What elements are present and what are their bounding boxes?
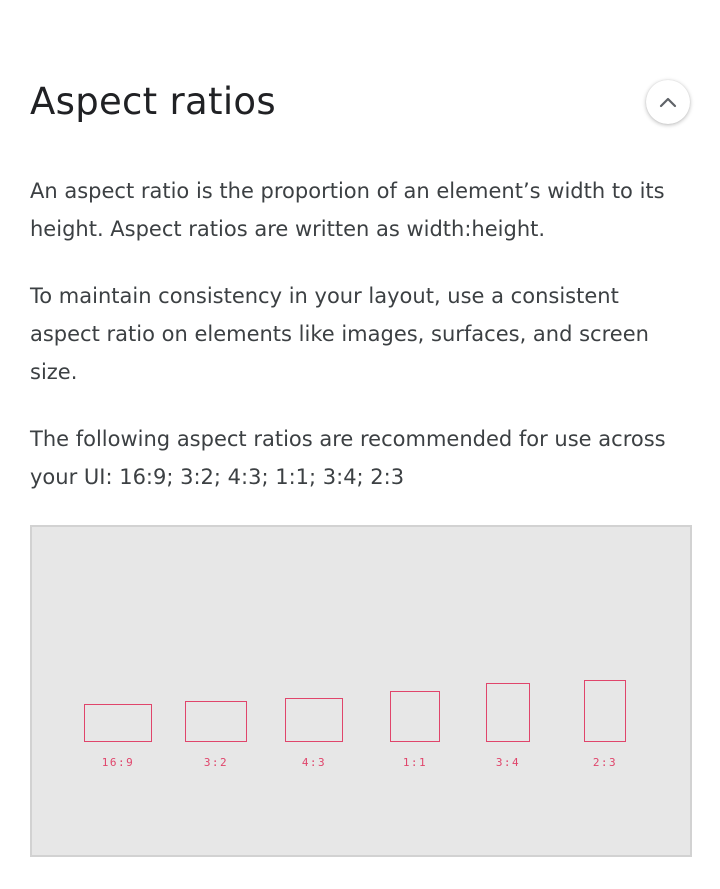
paragraph-consistency: To maintain consistency in your layout, … <box>30 284 649 384</box>
page-title: Aspect ratios <box>30 80 276 123</box>
ratio-box-16-9 <box>84 703 152 742</box>
ratio-label: 3:4 <box>495 756 521 769</box>
ratio-box-4-3 <box>284 698 344 742</box>
chevron-up-icon <box>659 96 677 108</box>
ratio-label: 16:9 <box>101 756 135 769</box>
ratio-box-1-1 <box>389 691 441 742</box>
ratio-label: 4:3 <box>301 756 327 769</box>
ratio-box-2-3 <box>584 679 626 742</box>
aspect-ratio-figure: 16:9 3:2 4:3 1:1 3:4 2:3 <box>30 525 692 857</box>
ratio-box-3-2 <box>184 700 248 742</box>
collapse-button[interactable] <box>646 80 690 124</box>
ratio-label: 1:1 <box>402 756 428 769</box>
paragraph-recommended-ratios: The following aspect ratios are recommen… <box>30 427 666 489</box>
ratio-box-3-4 <box>486 683 530 742</box>
paragraph-definition: An aspect ratio is the proportion of an … <box>30 179 665 241</box>
ratio-label: 3:2 <box>203 756 229 769</box>
ratio-label: 2:3 <box>592 756 618 769</box>
